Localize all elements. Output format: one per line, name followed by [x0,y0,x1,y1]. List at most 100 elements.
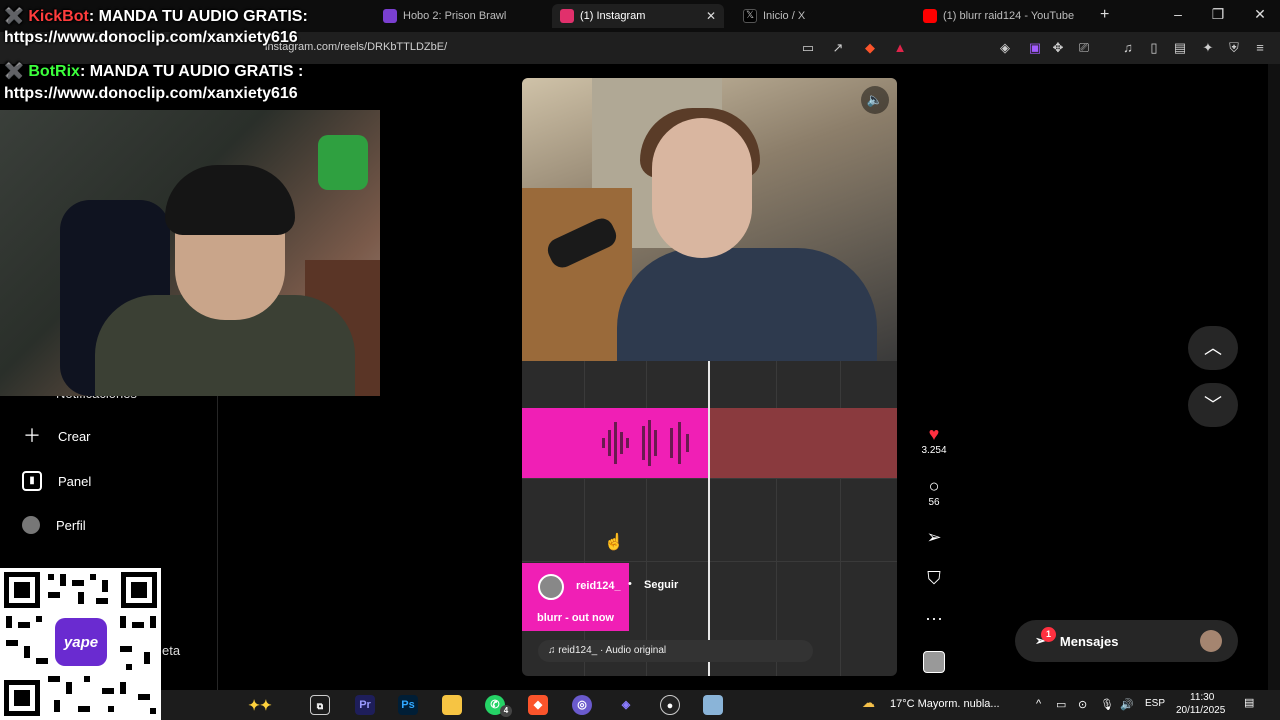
more-options-button[interactable]: ··· [916,607,952,629]
photoshop-icon[interactable]: Ps [398,695,418,715]
comment-count: 56 [928,497,940,508]
message-avatar[interactable] [1200,630,1222,652]
youtube-icon [923,9,937,23]
bot-name: KickBot [28,8,89,25]
previous-reel-button[interactable]: ︿ [1188,326,1238,370]
screenshot-icon[interactable]: ⎚ [1076,40,1092,56]
share-button[interactable]: ➢ [916,526,952,548]
yape-qr-code: yape [0,568,161,720]
brave-shield-icon[interactable]: ◆ [862,40,878,56]
sidebar-item-create[interactable]: ＋ Crear [22,426,91,446]
chat-overlay-line-2: https://www.donoclip.com/xanxiety616 [4,29,298,46]
comment-icon: ○ [928,476,940,496]
wave-bar [642,426,645,460]
hand-cursor-icon: ☝ [604,534,624,551]
camera-tray-icon[interactable]: ⊙ [1078,698,1087,711]
extension-twitch-icon[interactable]: ▣ [1027,40,1043,56]
chat-overlay-line-4: https://www.donoclip.com/xanxiety616 [4,85,298,102]
reel-player[interactable]: 🔈 reid124_ • Seguir blurr - out now ♫ re… [522,78,897,676]
sidebar-item-dashboard[interactable]: ▮ Panel [22,471,91,491]
notifications-icon[interactable]: ▤ [1244,696,1254,709]
audio-thumbnail[interactable] [916,651,952,676]
media-icon[interactable]: ♫ [1120,40,1136,56]
save-button[interactable]: ⛉ [916,567,952,589]
separator-dot: • [628,578,632,590]
more-icon: ··· [925,608,943,628]
network-icon[interactable]: ▭ [1056,698,1066,711]
wave-bar [608,430,611,456]
speaker-icon[interactable]: 🔊 [1120,698,1134,711]
wave-bar [678,422,681,464]
cast-icon[interactable]: ▭ [800,40,816,56]
reel-video[interactable]: 🔈 [522,78,897,361]
tab-instagram[interactable]: (1) Instagram ✕ [552,4,724,28]
wave-bar [670,428,673,458]
audio-thumb-icon [923,651,945,673]
bot-name: BotRix [28,63,80,80]
brave-rewards-icon[interactable]: ▲ [892,40,908,56]
tab-youtube[interactable]: (1) blurr raid124 - YouTube [915,4,1095,28]
like-button[interactable]: ♥ 3.254 [916,423,952,456]
follow-button[interactable]: Seguir [636,574,686,596]
tab-label: (1) Instagram [580,10,646,22]
minimize-icon[interactable]: – [1168,6,1188,22]
clock-date[interactable]: 20/11/2025 [1176,705,1225,716]
brave-browser-icon[interactable]: ◆ [528,695,548,715]
file-explorer-icon[interactable] [442,695,462,715]
heart-icon: ♥ [928,424,940,444]
obs-icon[interactable]: ◎ [572,695,592,715]
app-notes-icon[interactable] [703,695,723,715]
plus-icon: ＋ [23,426,41,446]
sidebar-item-label: Panel [58,473,92,489]
wave-bar [614,422,617,464]
app-diamond-icon[interactable]: ◈ [616,695,636,715]
sidebar-toggle-icon[interactable]: ▯ [1146,40,1162,56]
copilot-sparkle-icon[interactable]: ✦✦ [240,695,280,715]
sidebar-item-profile[interactable]: Perfil [22,516,86,534]
messages-label: Mensajes [1059,633,1119,649]
weather-text[interactable]: 17°C Mayorm. nubla... [890,698,1000,710]
task-view-icon[interactable]: ⧉ [310,695,330,715]
author-avatar[interactable] [538,574,564,600]
green-bag [318,135,368,190]
menu-icon[interactable]: ≡ [1252,40,1268,56]
restore-icon[interactable]: ❐ [1208,6,1228,23]
share-icon[interactable]: ↗ [830,40,846,56]
microphone-icon[interactable]: 🎙 [1100,698,1114,711]
wave-bar [602,438,605,448]
new-tab-button[interactable]: + [1100,6,1109,24]
tab-label: (1) blurr raid124 - YouTube [943,10,1075,22]
chat-overlay-line-1: ✖️ KickBot: MANDA TU AUDIO GRATIS: [4,6,308,26]
tab-x[interactable]: 𝕏 Inicio / X [735,4,905,28]
tab-hobo[interactable]: Hobo 2: Prison Brawl [375,4,535,28]
wallet-icon[interactable]: ▤ [1172,40,1188,56]
sidebar-item-label: Perfil [56,517,86,533]
audio-attribution[interactable]: ♫ reid124_ · Audio original [538,640,813,662]
language-indicator[interactable]: ESP [1145,698,1165,709]
weather-icon[interactable]: ☁ [862,695,875,711]
premiere-icon[interactable]: Pr [355,695,375,715]
sidebar-item-label: Crear [58,428,91,444]
extensions-puzzle-icon[interactable]: ✥ [1050,40,1066,56]
next-reel-button[interactable]: ﹀ [1188,383,1238,427]
playhead[interactable] [708,361,710,676]
yape-logo: yape [55,618,107,666]
volume-icon[interactable]: 🔈 [861,86,889,114]
clock-time[interactable]: 11:30 [1190,692,1214,703]
close-tab-icon[interactable]: ✕ [706,9,716,23]
messages-badge: 1 [1041,627,1056,642]
extension-diamond-icon[interactable]: ◈ [997,40,1013,56]
comment-button[interactable]: ○ 56 [916,475,952,508]
close-window-icon[interactable]: ✕ [1250,6,1270,23]
tray-chevron-icon[interactable]: ^ [1036,698,1041,710]
leo-ai-icon[interactable]: ✦ [1200,40,1216,56]
overlay-message: : MANDA TU AUDIO GRATIS: [88,8,308,25]
vpn-icon[interactable]: ⛨ [1226,40,1242,56]
whatsapp-badge: 4 [500,705,512,717]
app-recorder-icon[interactable]: ● [660,695,680,715]
wave-bar [686,434,689,452]
audio-waveform-remaining [708,408,897,478]
author-username[interactable]: reid124_ [576,580,621,592]
page-scrollbar[interactable] [1268,64,1280,690]
sidebar-item-truncated[interactable]: eta [162,643,180,658]
